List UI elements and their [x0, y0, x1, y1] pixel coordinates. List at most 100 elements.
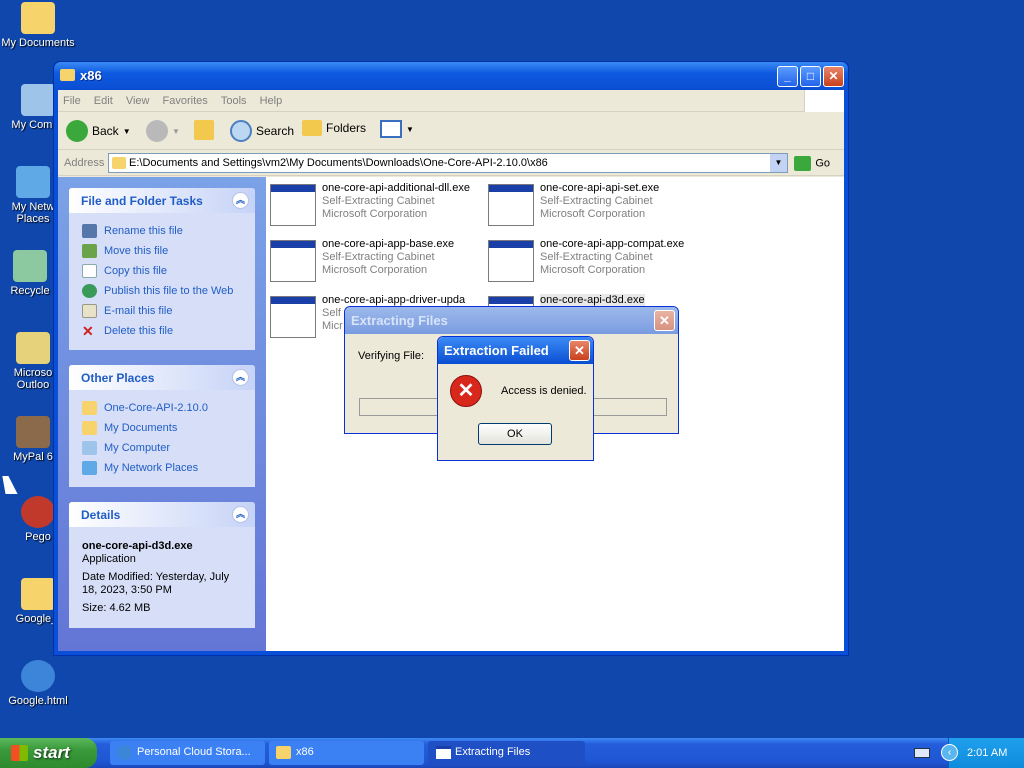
explorer-titlebar[interactable]: x86 _ □ ✕ — [54, 62, 848, 90]
place-my-documents[interactable]: My Documents — [82, 418, 255, 438]
menu-edit[interactable]: Edit — [89, 90, 118, 107]
extraction-failed-dialog: Extraction Failed ✕ ✕ Access is denied. O… — [437, 336, 594, 461]
clock: 2:01 AM — [967, 747, 1008, 759]
folders-button[interactable]: Folders — [302, 120, 366, 136]
ok-button[interactable]: OK — [478, 423, 552, 445]
up-folder-icon — [194, 120, 214, 140]
menu-favorites[interactable]: Favorites — [158, 90, 213, 107]
file-item[interactable]: one-core-api-api-set.exe Self-Extracting… — [484, 180, 694, 228]
copy-icon — [82, 264, 97, 278]
forward-arrow-icon — [146, 120, 168, 142]
file-folder-tasks-header[interactable]: File and Folder Tasks ︽ — [69, 188, 255, 213]
menu-help[interactable]: Help — [255, 90, 288, 107]
keyboard-icon[interactable] — [914, 748, 930, 758]
close-button[interactable]: ✕ — [569, 340, 590, 361]
collapse-icon[interactable]: ︽ — [232, 369, 249, 386]
pego-icon — [21, 496, 55, 528]
computer-icon — [21, 84, 55, 116]
place-one-core-api[interactable]: One-Core-API-2.10.0 — [82, 398, 255, 418]
toolbar: Back ▼ ▼ Search Folders ▼ — [58, 112, 844, 150]
window-icon — [436, 746, 451, 759]
close-button[interactable]: ✕ — [823, 66, 844, 87]
verifying-label: Verifying File: — [358, 350, 425, 362]
outlook-icon — [16, 332, 50, 364]
extracting-dialog-titlebar[interactable]: Extracting Files ✕ — [345, 307, 678, 334]
application-icon — [488, 184, 534, 226]
application-icon — [270, 240, 316, 282]
start-button[interactable]: start — [0, 738, 97, 768]
folder-docs-icon — [21, 2, 55, 34]
collapse-icon[interactable]: ︽ — [232, 506, 249, 523]
maximize-button[interactable]: □ — [800, 66, 821, 87]
error-dialog-titlebar[interactable]: Extraction Failed ✕ — [438, 337, 593, 364]
search-icon — [230, 120, 252, 142]
forward-button[interactable]: ▼ — [146, 120, 180, 142]
delete-x-icon: ✕ — [82, 323, 94, 339]
chevron-down-icon: ▼ — [172, 126, 180, 136]
copy-file-link[interactable]: Copy this file — [82, 261, 255, 281]
collapse-icon[interactable]: ︽ — [232, 192, 249, 209]
task-pane: File and Folder Tasks ︽ Rename this file … — [58, 177, 266, 651]
taskbar-item-extracting[interactable]: Extracting Files — [428, 741, 585, 765]
details-size: Size: 4.62 MB — [82, 602, 151, 614]
back-button[interactable]: Back ▼ — [66, 120, 131, 142]
file-item[interactable]: one-core-api-app-compat.exe Self-Extract… — [484, 236, 694, 284]
desktop-icon-google-html[interactable]: Google.html — [0, 660, 78, 707]
other-places-header[interactable]: Other Places ︽ — [69, 365, 255, 390]
details-type: Application — [82, 553, 136, 565]
rename-file-link[interactable]: Rename this file — [82, 221, 255, 241]
chevron-left-icon[interactable]: ‹ — [941, 744, 958, 761]
close-button[interactable]: ✕ — [654, 310, 675, 331]
address-label: Address — [64, 157, 105, 169]
folder-icon — [60, 69, 75, 81]
windows-logo-icon — [804, 90, 844, 112]
application-icon — [488, 240, 534, 282]
desktop-icon-my-documents[interactable]: My Documents — [0, 2, 78, 49]
place-network[interactable]: My Network Places — [82, 458, 255, 478]
email-icon — [82, 304, 97, 318]
folder-icon — [276, 746, 291, 759]
delete-file-link[interactable]: ✕ Delete this file — [82, 321, 255, 341]
chevron-down-icon: ▼ — [406, 124, 414, 134]
globe-icon — [82, 284, 97, 298]
menu-file[interactable]: File — [58, 90, 86, 107]
chevron-down-icon: ▼ — [122, 126, 131, 136]
folder-icon — [112, 157, 126, 169]
application-icon — [270, 184, 316, 226]
file-folder-tasks-panel: File and Folder Tasks ︽ Rename this file … — [69, 188, 255, 350]
rename-icon — [82, 224, 97, 238]
system-tray: ‹ 2:01 AM — [941, 738, 1024, 768]
network-icon — [82, 461, 97, 475]
go-button[interactable]: Go — [794, 156, 830, 171]
raccoon-icon — [16, 416, 50, 448]
details-header[interactable]: Details ︽ — [69, 502, 255, 527]
taskbar: start Personal Cloud Stora... x86 Extrac… — [0, 738, 1024, 768]
folder-icon — [82, 401, 97, 415]
folder-docs-icon — [82, 421, 97, 435]
publish-file-link[interactable]: Publish this file to the Web — [82, 281, 255, 301]
taskbar-item-cloud-storage[interactable]: Personal Cloud Stora... — [110, 741, 265, 765]
address-input[interactable]: E:\Documents and Settings\vm2\My Documen… — [108, 153, 788, 173]
place-my-computer[interactable]: My Computer — [82, 438, 255, 458]
window-title: x86 — [80, 68, 102, 83]
menu-view[interactable]: View — [121, 90, 155, 107]
folder-icon — [21, 578, 55, 610]
minimize-button[interactable]: _ — [777, 66, 798, 87]
move-file-link[interactable]: Move this file — [82, 241, 255, 261]
ie-html-icon — [21, 660, 55, 692]
ie-icon — [117, 745, 132, 760]
menu-tools[interactable]: Tools — [216, 90, 252, 107]
file-item[interactable]: one-core-api-app-base.exe Self-Extractin… — [266, 236, 476, 284]
up-folder-button[interactable] — [194, 120, 214, 140]
menu-bar: File Edit View Favorites Tools Help — [58, 90, 844, 112]
back-arrow-icon — [66, 120, 88, 142]
computer-icon — [82, 441, 97, 455]
taskbar-item-x86[interactable]: x86 — [269, 741, 424, 765]
chevron-down-icon[interactable]: ▼ — [770, 154, 787, 172]
views-button[interactable]: ▼ — [380, 120, 414, 138]
search-button[interactable]: Search — [230, 120, 294, 142]
file-item[interactable]: one-core-api-additional-dll.exe Self-Ext… — [266, 180, 476, 228]
network-icon — [16, 166, 50, 198]
error-message: Access is denied. — [501, 385, 587, 397]
email-file-link[interactable]: E-mail this file — [82, 301, 255, 321]
